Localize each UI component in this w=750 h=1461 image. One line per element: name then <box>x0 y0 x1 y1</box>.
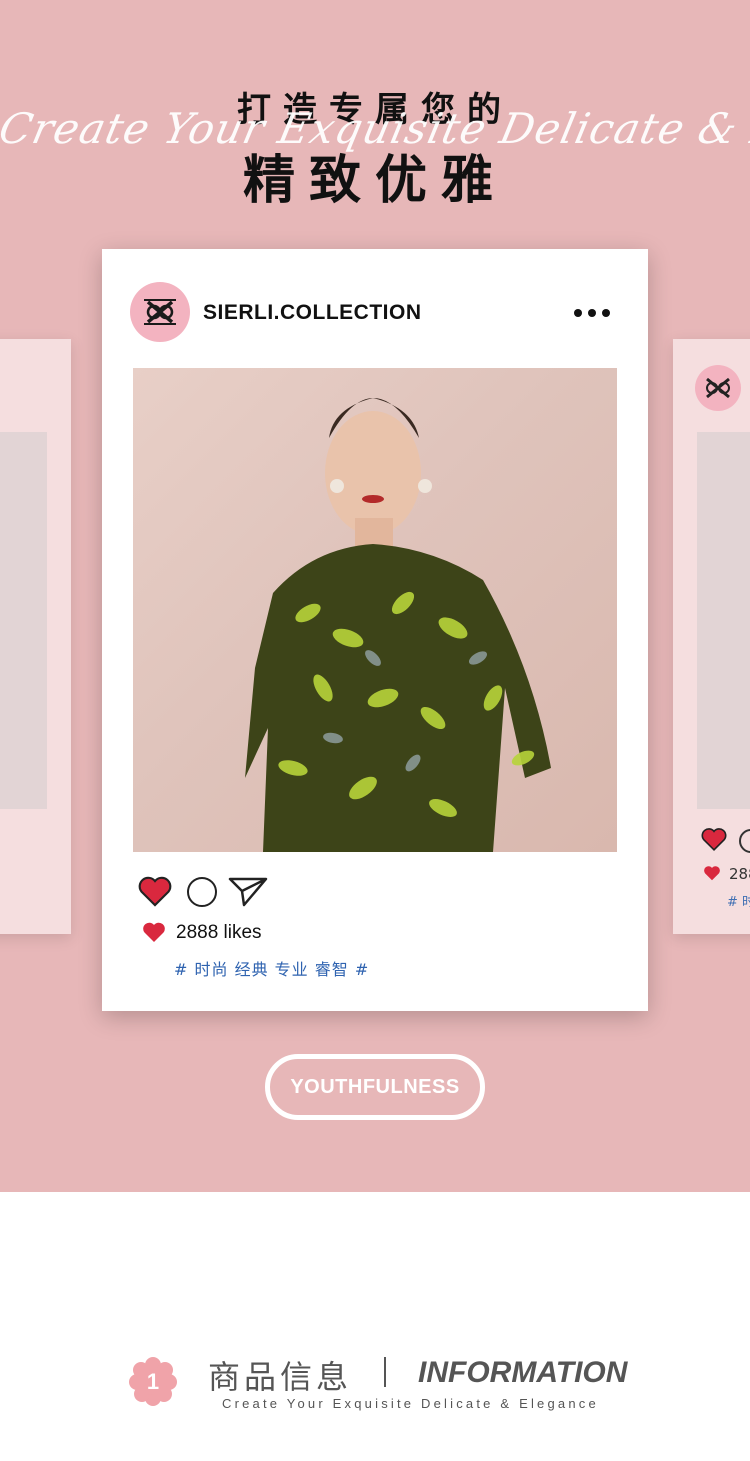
likes-count: 2888 <box>729 865 750 883</box>
headline-main: 精致优雅 <box>242 151 507 211</box>
brand-logo-icon <box>144 299 176 325</box>
divider <box>384 1357 386 1387</box>
comment-icon[interactable] <box>187 877 217 907</box>
post-card: SIERLI.COLLECTION 2888 likes # 时尚 经典 专业 … <box>102 249 648 1011</box>
youthfulness-badge[interactable]: YOUTHFULNESS <box>265 1054 485 1120</box>
likes-count: 2888 likes <box>176 922 262 943</box>
avatar[interactable] <box>130 282 190 342</box>
hashtags: # 时 <box>727 895 750 910</box>
likes-heart-icon <box>142 921 166 947</box>
post-photo <box>133 368 617 852</box>
brand-logo-icon <box>695 365 741 411</box>
comment-icon[interactable] <box>739 829 750 853</box>
share-icon[interactable] <box>228 875 268 911</box>
heart-icon[interactable] <box>701 827 727 855</box>
side-card-left[interactable] <box>0 339 71 934</box>
info-number: 1 <box>147 1369 159 1394</box>
post-username[interactable]: SIERLI.COLLECTION <box>203 301 422 325</box>
more-icon[interactable] <box>574 303 614 323</box>
side-card-right[interactable]: 2888 # 时 <box>673 339 750 934</box>
hero-section: 打造专属您的 Create Your Exquisite Delicate & … <box>0 0 750 1192</box>
likes-heart-icon <box>703 865 721 885</box>
side-card-photo-placeholder <box>0 432 47 809</box>
hashtags[interactable]: # 时尚 经典 专业 睿智 # <box>174 956 369 980</box>
info-title-en: INFORMATION <box>418 1356 628 1389</box>
side-card-photo-placeholder <box>697 432 750 809</box>
flower-number-icon: 1 <box>128 1356 178 1406</box>
info-subtitle: Create Your Exquisite Delicate & Eleganc… <box>222 1396 599 1411</box>
badge-label: YOUTHFULNESS <box>290 1075 460 1098</box>
info-title-cn: 商品信息 <box>208 1358 353 1396</box>
post-actions <box>138 875 338 909</box>
heart-icon[interactable] <box>138 875 172 911</box>
